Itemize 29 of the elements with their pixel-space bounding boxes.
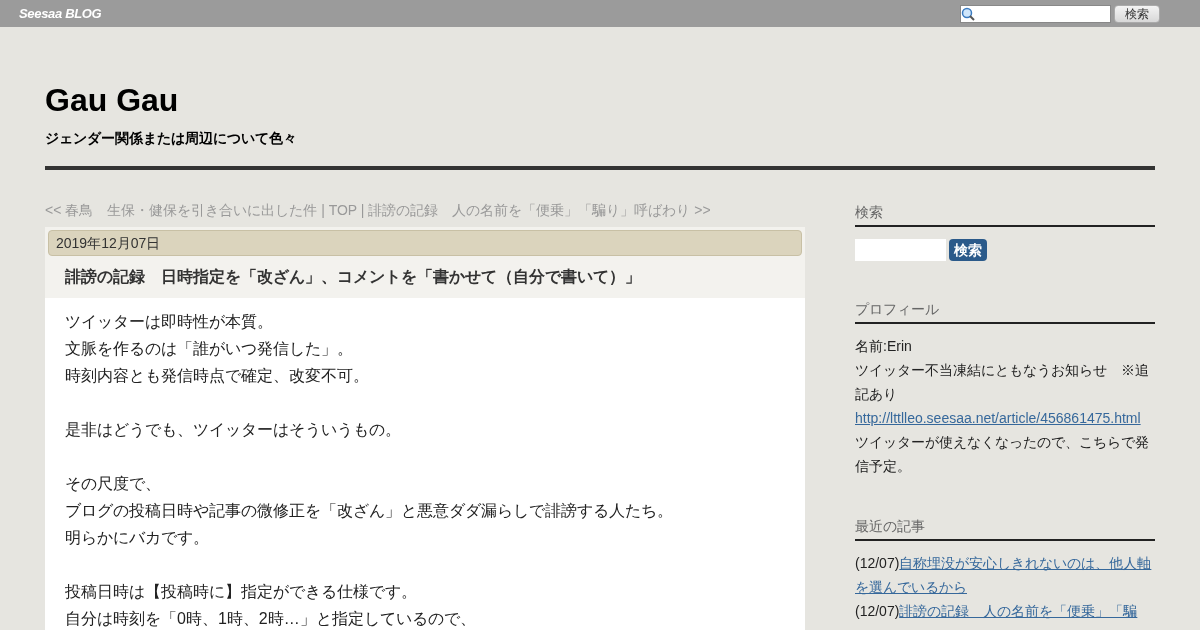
separator: |	[321, 202, 325, 218]
article-text: 是非はどうでも、ツイッターはそういうもの。	[65, 420, 402, 440]
profile-name: 名前:Erin	[855, 337, 913, 356]
article-text: その尺度で、	[65, 474, 162, 494]
article-text: 時刻内容とも発信時点で確定、改変不可。	[65, 366, 370, 386]
article-text: 文脈を作るのは「誰がいつ発信した」。	[65, 339, 354, 359]
article-text: 明らかにバカです。	[65, 528, 210, 548]
search-button[interactable]: 検索	[949, 239, 987, 261]
search-field[interactable]	[960, 4, 1111, 23]
search-field[interactable]	[855, 239, 946, 261]
article-text: 自分は時刻を「0時、1時、2時…」と指定しているので、	[65, 609, 477, 629]
recent-post-item[interactable]: (12/07)誹謗の記録 人の名前を「便乗」「騙	[855, 599, 1155, 623]
sidebar-heading: プロフィール	[855, 299, 1155, 324]
profile-link[interactable]: http://lttlleo.seesaa.net/article/456861475.html	[855, 410, 1141, 426]
blog-subtitle: ジェンダー関係または周辺について色々	[45, 129, 298, 148]
article-text: 投稿日時は【投稿時に】指定ができる仕様です。	[65, 582, 418, 602]
sidebar-heading: 最近の記事	[855, 516, 1155, 541]
profile-text: ツイッターが使えなくなったので、こちらで発信予定。	[855, 433, 1150, 476]
recent-post-item[interactable]: (12/07)自称埋没が安心しきれないのは、他人軸を選んでいるから	[855, 551, 1155, 599]
search-icon	[961, 6, 975, 21]
profile-text: ツイッター不当凍結にともなうお知らせ ※追記あり	[855, 361, 1150, 404]
article-date: 2019年12月07日	[48, 230, 802, 256]
search-button[interactable]: 検索	[1114, 4, 1160, 23]
sidebar-heading: 検索	[855, 200, 1155, 227]
separator: |	[360, 202, 365, 218]
blog-title[interactable]: Gau Gau	[45, 81, 1155, 119]
article-text: ツイッターは即時性が本質。	[65, 312, 274, 332]
article-title: 誹謗の記録 日時指定を「改ざん」、コメントを「書かせて（自分で書いて）」	[64, 267, 642, 287]
article-text: ブログの投稿日時や記事の微修正を「改ざん」と悪意ダダ漏らしで誹謗する人たち。	[65, 501, 674, 521]
